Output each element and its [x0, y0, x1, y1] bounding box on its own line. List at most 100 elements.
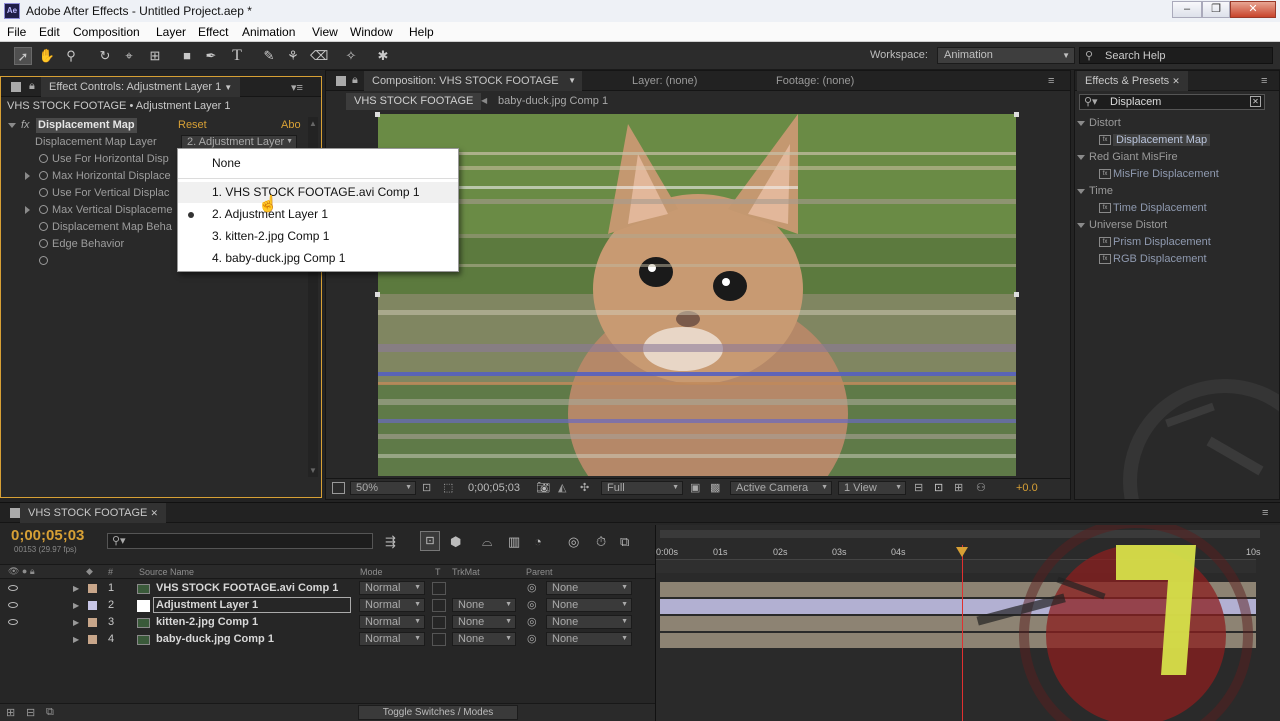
region-icon[interactable]: ⬚ [443, 481, 453, 494]
transparency-grid-icon[interactable]: ▩ [710, 481, 720, 494]
resolution-dropdown[interactable]: Full ▼ [601, 481, 683, 495]
always-preview-icon[interactable] [332, 482, 345, 494]
category-time[interactable]: Time [1077, 183, 1113, 200]
layer-name[interactable]: kitten-2.jpg Comp 1 [156, 614, 258, 631]
parent-dropdown[interactable]: None ▼ [546, 581, 632, 595]
effect-displacement-map[interactable]: fx Displacement Map [1077, 132, 1229, 149]
chevron-down-icon[interactable] [8, 117, 20, 134]
restore-button[interactable]: ❐ [1202, 1, 1230, 18]
auto-keyframe-icon[interactable]: ⏱ [596, 534, 606, 550]
scroll-down-icon[interactable]: ▼ [309, 466, 317, 475]
toggle-pixel-aspect-icon[interactable]: ⊟ [914, 481, 923, 494]
expand-triangle-icon[interactable]: ▶ [73, 614, 79, 631]
layer-row-4[interactable]: ▶ 4 baby-duck.jpg Comp 1 Normal ▼ None ▼ ◎… [0, 631, 655, 648]
effect-rgb-displacement[interactable]: fx RGB Displacement [1077, 251, 1207, 268]
layer-name[interactable]: VHS STOCK FOOTAGE.avi Comp 1 [156, 580, 338, 597]
stopwatch-icon[interactable] [39, 255, 48, 265]
expand-triangle-icon[interactable] [25, 202, 34, 219]
menu-edit[interactable]: Edit [39, 25, 60, 39]
expand-triangle-icon[interactable]: ▶ [73, 580, 79, 597]
type-tool-icon[interactable]: T [228, 47, 246, 65]
tab-effects-presets[interactable]: Effects & Presets ✕ [1077, 71, 1188, 91]
zoom-dropdown[interactable]: 50% ▼ [350, 481, 416, 495]
camera-dropdown[interactable]: Active Camera ▼ [730, 481, 832, 495]
close-button[interactable]: ✕ [1230, 1, 1276, 18]
blend-mode-dropdown[interactable]: Normal ▼ [359, 581, 425, 595]
about-link[interactable]: Abo [281, 117, 301, 134]
expand-triangle-icon[interactable] [25, 168, 34, 185]
layer-switches-icon[interactable]: ⊞ [6, 706, 15, 719]
pen-tool-icon[interactable]: ✒ [202, 47, 220, 65]
blend-mode-dropdown[interactable]: Normal ▼ [359, 632, 425, 646]
category-universe-distort[interactable]: Universe Distort [1077, 217, 1167, 234]
breadcrumb-active[interactable]: VHS STOCK FOOTAGE [346, 93, 482, 110]
stopwatch-icon[interactable] [39, 221, 48, 231]
lock-icon[interactable]: 🔒︎ [29, 80, 35, 93]
panel-menu-icon[interactable]: ≡ [1261, 75, 1267, 87]
preserve-transparency-box[interactable] [432, 599, 446, 612]
panel-menu-icon[interactable]: ▾≡ [291, 81, 303, 94]
clone-stamp-tool-icon[interactable]: ⚘ [284, 47, 302, 65]
tab-footage[interactable]: Footage: (none) [768, 71, 862, 91]
blend-mode-dropdown[interactable]: Normal ▼ [359, 598, 425, 612]
parent-dropdown[interactable]: None ▼ [546, 632, 632, 646]
menu-item-vhs-stock-footage[interactable]: 1. VHS STOCK FOOTAGE.avi Comp 1 [178, 182, 458, 203]
exposure-value[interactable]: +0.0 [1016, 482, 1038, 494]
label-color-swatch[interactable] [88, 601, 97, 610]
clear-search-icon[interactable]: ✕ [1250, 96, 1261, 107]
transfer-controls-icon[interactable]: ⊟ [26, 706, 35, 719]
parent-dropdown[interactable]: None ▼ [546, 598, 632, 612]
stopwatch-icon[interactable] [39, 170, 48, 180]
views-dropdown[interactable]: 1 View ▼ [838, 481, 906, 495]
pick-whip-icon[interactable]: ◎ [527, 614, 537, 631]
trkmat-dropdown[interactable]: None ▼ [452, 615, 516, 629]
preserve-transparency-box[interactable] [432, 582, 446, 595]
motion-blur-icon[interactable]: ◔ [534, 534, 542, 549]
parent-dropdown[interactable]: None ▼ [546, 615, 632, 629]
timecode-display[interactable]: 0;00;05;03 [468, 482, 520, 494]
bounding-handle[interactable] [1014, 112, 1019, 117]
menu-item-kitten[interactable]: 3. kitten-2.jpg Comp 1 [178, 226, 458, 247]
label-color-swatch[interactable] [88, 618, 97, 627]
menu-item-baby-duck[interactable]: 4. baby-duck.jpg Comp 1 [178, 248, 458, 269]
hand-tool-icon[interactable]: ✋ [38, 47, 56, 65]
breadcrumb-next[interactable]: baby-duck.jpg Comp 1 [498, 95, 608, 107]
camera-tool-icon[interactable]: ⌖ [120, 47, 138, 65]
av-toggle-icon[interactable]: 👁︎ ● 🔒︎ [8, 566, 35, 577]
effect-misfire-displacement[interactable]: fx MisFire Displacement [1077, 166, 1219, 183]
shy-icon[interactable]: ⌓ [482, 534, 492, 550]
menu-help[interactable]: Help [409, 25, 434, 39]
minimize-button[interactable]: ‒ [1172, 1, 1202, 18]
layer-row-1[interactable]: ▶ 1 VHS STOCK FOOTAGE.avi Comp 1 Normal ▼… [0, 580, 655, 597]
panel-close-icon[interactable] [336, 76, 346, 86]
panel-menu-icon[interactable]: ≡ [1262, 507, 1268, 519]
category-distort[interactable]: Distort [1077, 115, 1121, 132]
flowchart-icon[interactable]: ⚇ [976, 481, 986, 494]
preserve-transparency-box[interactable] [432, 633, 446, 646]
toggle-switches-modes-button[interactable]: Toggle Switches / Modes [358, 705, 518, 720]
stopwatch-icon[interactable] [39, 204, 48, 214]
timeline-icon[interactable]: ⊞ [954, 481, 963, 494]
snapshot-icon[interactable]: 📷︎ [536, 481, 550, 494]
label-color-swatch[interactable] [88, 635, 97, 644]
brush-tool-icon[interactable]: ✎ [260, 47, 278, 65]
displacement-layer-dropdown[interactable]: 2. Adjustment Layer ▼ [181, 135, 297, 149]
menu-animation[interactable]: Animation [242, 25, 295, 39]
pick-whip-icon[interactable]: ◎ [527, 580, 537, 597]
layer-name[interactable]: baby-duck.jpg Comp 1 [156, 631, 274, 648]
scroll-up-icon[interactable]: ▲ [309, 119, 317, 128]
bounding-handle[interactable] [375, 292, 380, 297]
show-snapshot-icon[interactable]: ◭ [558, 481, 566, 494]
composition-viewer[interactable] [378, 114, 1016, 476]
trkmat-dropdown[interactable]: None ▼ [452, 598, 516, 612]
channel-icon[interactable]: ✣ [580, 481, 589, 494]
fx-icon[interactable]: fx [21, 117, 30, 134]
menu-file[interactable]: File [7, 25, 26, 39]
stopwatch-icon[interactable] [39, 238, 48, 248]
expand-triangle-icon[interactable]: ▶ [73, 631, 79, 648]
current-time-display[interactable]: 0;00;05;03 [11, 527, 84, 544]
workspace-dropdown[interactable]: Animation ▼ [937, 47, 1075, 64]
brainstorm-icon[interactable]: ◎ [568, 534, 579, 550]
comp-mini-flowchart-icon[interactable]: ⇶ [385, 534, 396, 550]
fast-previews-icon[interactable]: ⊡ [934, 481, 943, 494]
